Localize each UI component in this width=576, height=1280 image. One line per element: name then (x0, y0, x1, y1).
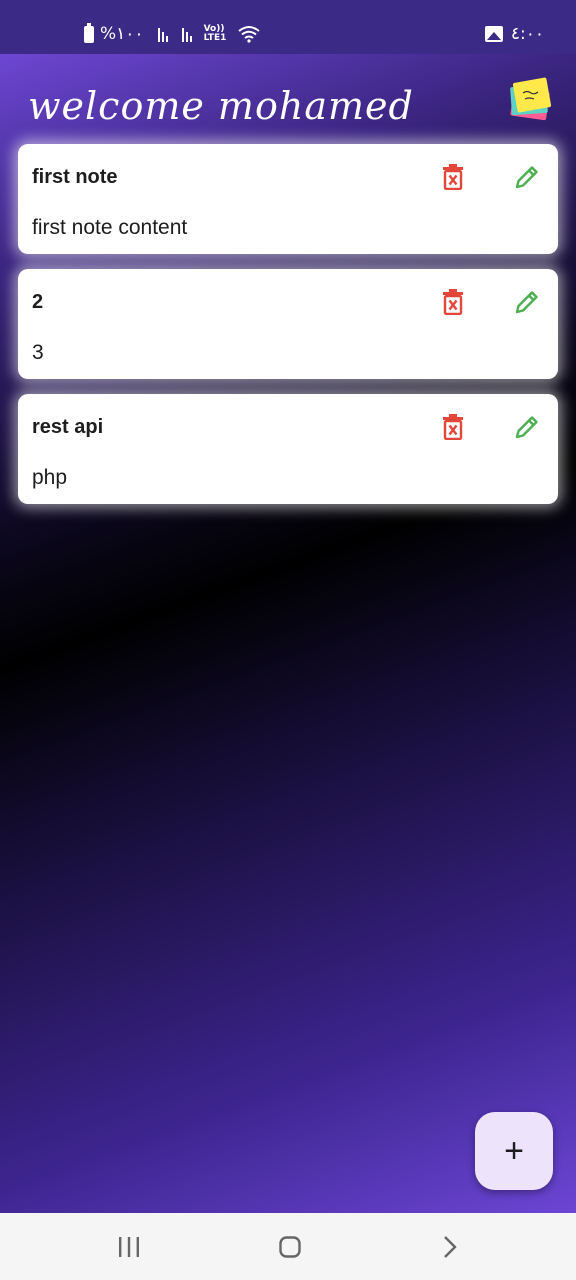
welcome-title: welcome mohamed (28, 84, 414, 128)
lte-bottom-label: LTE1 (203, 33, 227, 43)
status-time: ٤:٠٠ (510, 24, 544, 44)
note-content: 3 (32, 341, 44, 364)
signal-icon (157, 26, 168, 42)
delete-icon[interactable] (442, 164, 464, 190)
sticky-notes-logo-icon (510, 77, 552, 121)
add-note-button[interactable]: + (475, 1112, 553, 1190)
status-left: %١٠٠ Vo)) LTE1 (84, 22, 260, 44)
battery-icon (84, 22, 94, 43)
note-content: first note content (32, 216, 188, 239)
delete-icon[interactable] (442, 289, 464, 315)
delete-icon[interactable] (442, 414, 464, 440)
note-card[interactable]: first note first note content (18, 144, 558, 254)
note-title: 2 (32, 291, 44, 313)
back-chevron-icon[interactable] (443, 1236, 457, 1258)
note-content: php (32, 466, 68, 489)
edit-pencil-icon[interactable] (514, 414, 540, 440)
home-icon[interactable] (279, 1236, 301, 1258)
note-card[interactable]: 2 3 (18, 269, 558, 379)
wifi-icon (238, 26, 260, 43)
note-card[interactable]: rest api php (18, 394, 558, 504)
signal-icon-2 (181, 26, 192, 42)
status-bar: %١٠٠ Vo)) LTE1 ٤:٠٠ (0, 0, 576, 54)
edit-pencil-icon[interactable] (514, 289, 540, 315)
note-title: first note (32, 166, 118, 188)
status-right: ٤:٠٠ (484, 24, 544, 44)
gallery-icon (484, 26, 503, 42)
edit-pencil-icon[interactable] (514, 164, 540, 190)
recent-apps-icon[interactable] (118, 1237, 140, 1257)
plus-icon: + (504, 1131, 524, 1170)
lte-icon: Vo)) LTE1 (204, 25, 227, 43)
battery-percent: %١٠٠ (100, 24, 144, 44)
navigation-bar (0, 1213, 576, 1280)
note-title: rest api (32, 416, 104, 438)
